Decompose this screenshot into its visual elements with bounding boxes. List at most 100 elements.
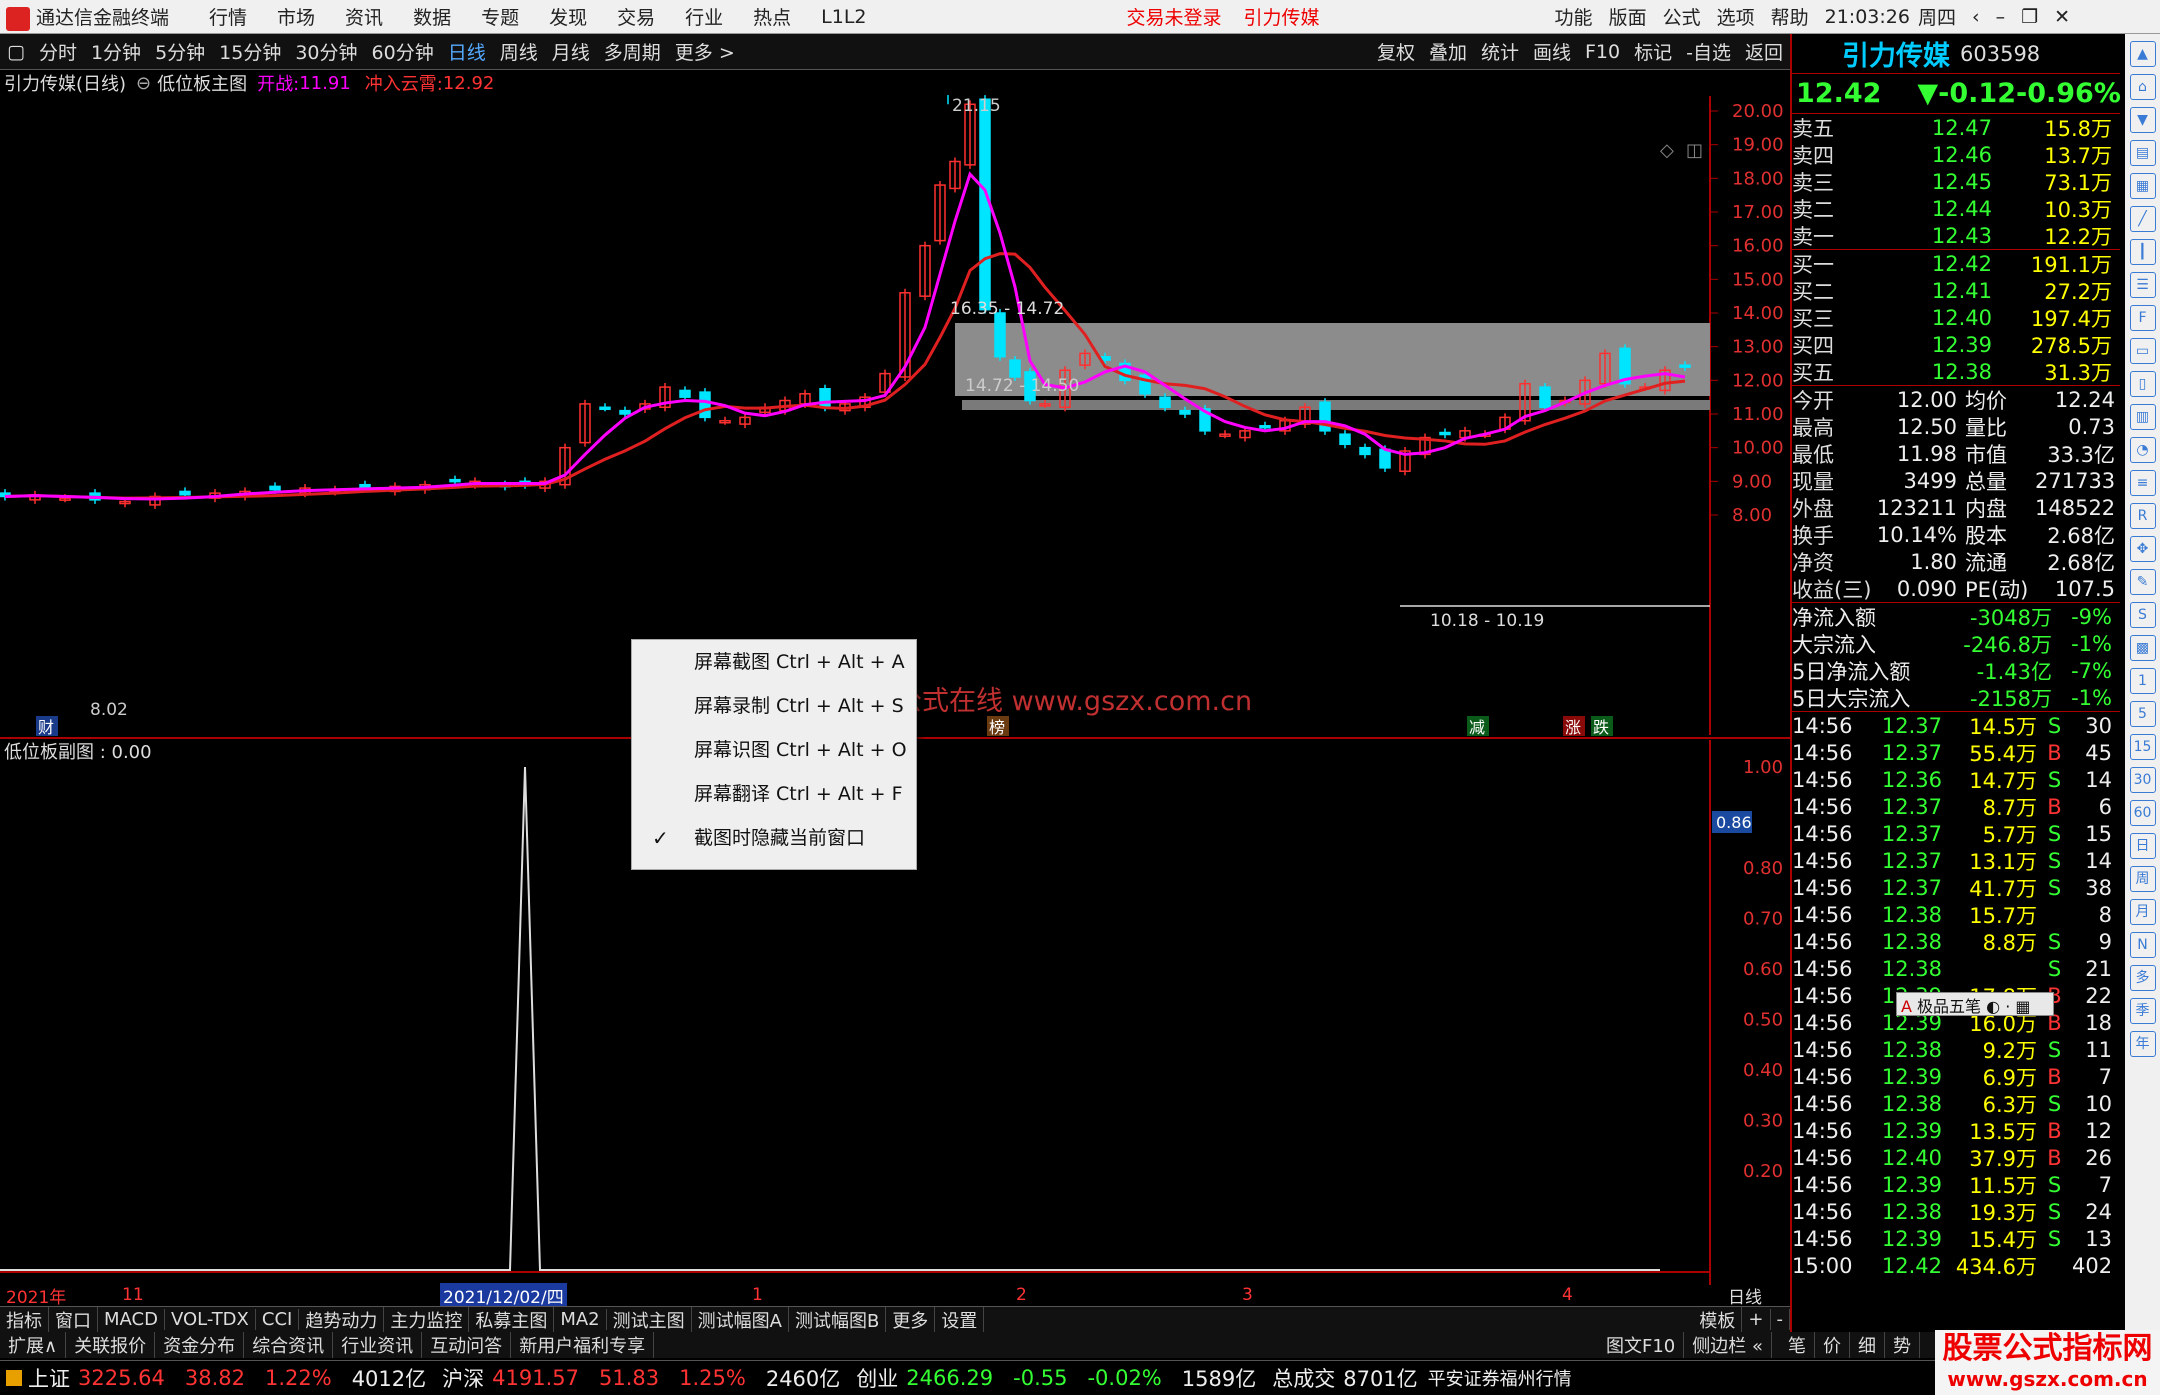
sidebar-list-icon[interactable]: ☰: [2129, 272, 2156, 298]
menu-gongneng[interactable]: 功能: [1555, 3, 1593, 30]
menu-bangzhu[interactable]: 帮助: [1771, 3, 1809, 30]
tool-fanhui[interactable]: 返回: [1738, 38, 1790, 65]
period-weekly[interactable]: 周线: [493, 38, 545, 65]
menu-shuju[interactable]: 数据: [413, 3, 451, 30]
tab-zhibiao[interactable]: 指标: [0, 1306, 49, 1333]
sidebar-chart-icon[interactable]: ▤: [2129, 140, 2156, 166]
tab-simu[interactable]: 私募主图: [469, 1306, 555, 1333]
sidebar-calc-icon[interactable]: ▩: [2129, 635, 2156, 661]
sidebar-grid-icon[interactable]: ▦: [2129, 173, 2156, 199]
tab-qushi[interactable]: 趋势动力: [299, 1306, 385, 1333]
sidebar-line-icon[interactable]: ╱: [2129, 206, 2156, 232]
menu-hangye[interactable]: 行业: [685, 3, 723, 30]
sidebar-page-icon[interactable]: ▯: [2129, 371, 2156, 397]
tab-settings[interactable]: 设置: [935, 1306, 985, 1333]
tab-cci[interactable]: CCI: [256, 1309, 300, 1330]
menu-jiaoyi[interactable]: 交易: [617, 3, 655, 30]
period-30min[interactable]: 30分钟: [288, 38, 364, 65]
tool-diejia[interactable]: 叠加: [1422, 38, 1474, 65]
period-week[interactable]: 周: [2129, 866, 2156, 892]
menu-l1l2[interactable]: L1L2: [821, 6, 866, 28]
sidebar-pie-icon[interactable]: ◔: [2129, 437, 2156, 463]
menu-hangqing[interactable]: 行情: [209, 3, 247, 30]
tool-f10[interactable]: F10: [1578, 41, 1627, 63]
tab-zijin[interactable]: 资金分布: [155, 1332, 245, 1358]
menu-shichang[interactable]: 市场: [277, 3, 315, 30]
period-n[interactable]: N: [2129, 932, 2156, 958]
period-month[interactable]: 月: [2129, 899, 2156, 925]
status-icon[interactable]: [6, 1370, 22, 1386]
period-season[interactable]: 季: [2129, 998, 2156, 1024]
zoom-in-button[interactable]: +: [1742, 1309, 1771, 1330]
tool-biaoji[interactable]: 标记: [1627, 38, 1679, 65]
back-arrow-icon[interactable]: ‹: [1972, 6, 1980, 28]
period-multi[interactable]: 多周期: [597, 38, 668, 65]
minimize-icon[interactable]: –: [1996, 6, 2006, 28]
tab-ceshi-zhu[interactable]: 测试主图: [607, 1306, 692, 1333]
tab-hangye[interactable]: 行业资讯: [333, 1332, 423, 1358]
panel-icon[interactable]: ◫: [1686, 140, 1703, 161]
period-multi-side[interactable]: 多: [2129, 965, 2156, 991]
menu-faxian[interactable]: 发现: [549, 3, 587, 30]
tab-zhuli[interactable]: 主力监控: [384, 1306, 470, 1333]
sidebar-down-icon[interactable]: ▼: [2129, 107, 2156, 133]
menu-hide-window[interactable]: ✓ 截图时隐藏当前窗口: [632, 816, 916, 860]
menu-redian[interactable]: 热点: [753, 3, 791, 30]
tool-tongji[interactable]: 统计: [1474, 38, 1526, 65]
tab-bi[interactable]: 笔: [1780, 1332, 1815, 1358]
period-year[interactable]: 年: [2129, 1031, 2156, 1057]
period-monthly[interactable]: 月线: [545, 38, 597, 65]
tab-fuli[interactable]: 新用户福利专享: [511, 1332, 655, 1358]
sidebar-home-icon[interactable]: ⌂: [2129, 74, 2156, 100]
sidebar-doc-icon[interactable]: ▭: [2129, 338, 2156, 364]
sidebar-pen-icon[interactable]: ✎: [2129, 569, 2156, 595]
tool-huaxian[interactable]: 画线: [1526, 38, 1578, 65]
period-more[interactable]: 更多 >: [668, 38, 742, 65]
period-15min[interactable]: 15分钟: [212, 38, 288, 65]
tab-jia[interactable]: 价: [1815, 1332, 1850, 1358]
zoom-out-button[interactable]: -: [1771, 1309, 1790, 1330]
tab-ceshi-a[interactable]: 测试幅图A: [692, 1306, 789, 1333]
menu-screen-translate[interactable]: 屏幕翻译 Ctrl + Alt + F: [632, 772, 916, 816]
tool-zixuan[interactable]: -自选: [1679, 38, 1738, 65]
menu-zhuanti[interactable]: 专题: [481, 3, 519, 30]
sidebar-bar-icon[interactable]: ▥: [2129, 404, 2156, 430]
period-1[interactable]: 1: [2129, 668, 2156, 694]
sidebar-f10-icon[interactable]: F: [2129, 305, 2156, 331]
period-15[interactable]: 15: [2129, 734, 2156, 760]
period-60min[interactable]: 60分钟: [365, 38, 441, 65]
menu-screen-capture[interactable]: 屏幕截图 Ctrl + Alt + A: [632, 640, 916, 684]
close-icon[interactable]: ✕: [2054, 6, 2070, 28]
menu-screen-ocr[interactable]: 屏幕识图 Ctrl + Alt + O: [632, 728, 916, 772]
period-1min[interactable]: 1分钟: [84, 38, 148, 65]
period-5[interactable]: 5: [2129, 701, 2156, 727]
tab-vol[interactable]: VOL-TDX: [165, 1309, 256, 1330]
tab-expand[interactable]: 扩展∧: [0, 1332, 67, 1358]
login-status[interactable]: 交易未登录: [1127, 3, 1222, 30]
tab-sidebar[interactable]: 侧边栏 «: [1684, 1332, 1772, 1358]
period-30[interactable]: 30: [2129, 767, 2156, 793]
period-5min[interactable]: 5分钟: [148, 38, 212, 65]
sidebar-up-icon[interactable]: ▲: [2129, 41, 2156, 67]
period-day[interactable]: 日: [2129, 833, 2156, 859]
sidebar-move-icon[interactable]: ✥: [2129, 536, 2156, 562]
tab-ceshi-b[interactable]: 测试幅图B: [789, 1306, 887, 1333]
diamond-icon[interactable]: ◇: [1660, 140, 1674, 161]
menu-xuanxiang[interactable]: 选项: [1717, 3, 1755, 30]
menu-zixun[interactable]: 资讯: [345, 3, 383, 30]
menu-gongshi[interactable]: 公式: [1663, 3, 1701, 30]
tab-template[interactable]: 模板: [1693, 1306, 1743, 1333]
sidebar-fs-icon[interactable]: S: [2129, 602, 2156, 628]
period-60[interactable]: 60: [2129, 800, 2156, 826]
tab-more[interactable]: 更多: [886, 1306, 936, 1333]
tab-xi[interactable]: 细: [1850, 1332, 1885, 1358]
tab-shi[interactable]: 势: [1885, 1332, 1920, 1358]
tab-macd[interactable]: MACD: [98, 1309, 165, 1330]
ime-toolbar[interactable]: A 极品五笔 ◐ · ▦: [1896, 992, 2054, 1016]
tab-zonghe[interactable]: 综合资讯: [244, 1332, 334, 1358]
restore-icon[interactable]: ❐: [2021, 6, 2038, 28]
square-icon[interactable]: ▢: [0, 41, 32, 63]
tab-f10[interactable]: 图文F10: [1598, 1332, 1685, 1358]
menu-banmian[interactable]: 版面: [1609, 3, 1647, 30]
tool-fuquan[interactable]: 复权: [1370, 38, 1422, 65]
